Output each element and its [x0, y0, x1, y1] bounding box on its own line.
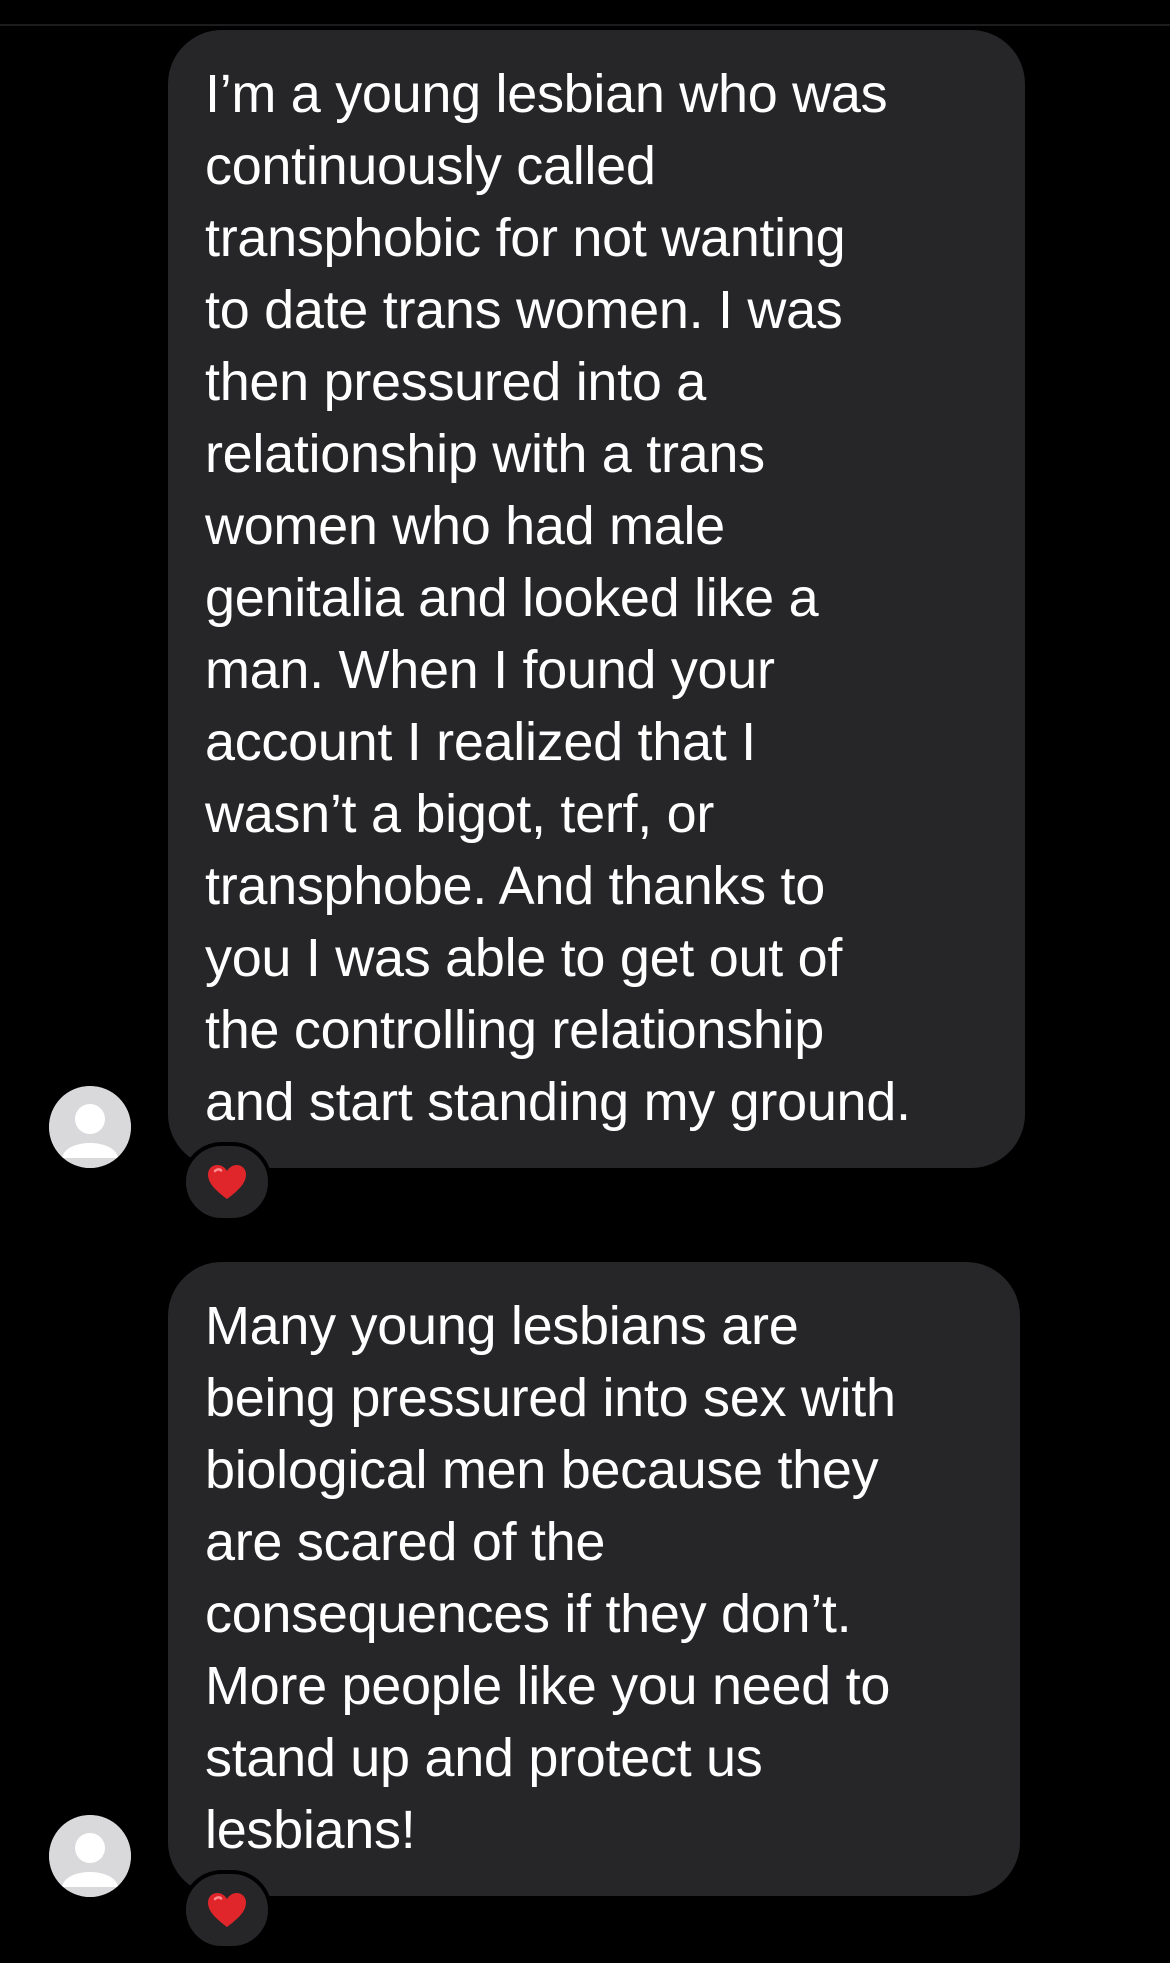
heart-icon — [208, 1893, 246, 1927]
heart-icon — [208, 1165, 246, 1199]
heart-reaction-badge[interactable] — [182, 1142, 272, 1222]
default-avatar-icon[interactable] — [49, 1815, 131, 1897]
default-avatar-icon[interactable] — [49, 1086, 131, 1168]
message-bubble[interactable]: Many young lesbians are being pressured … — [168, 1262, 1020, 1896]
message-bubble[interactable]: I’m a young lesbian who was continuously… — [168, 30, 1025, 1168]
heart-reaction-badge[interactable] — [182, 1870, 272, 1950]
top-divider — [0, 24, 1170, 26]
